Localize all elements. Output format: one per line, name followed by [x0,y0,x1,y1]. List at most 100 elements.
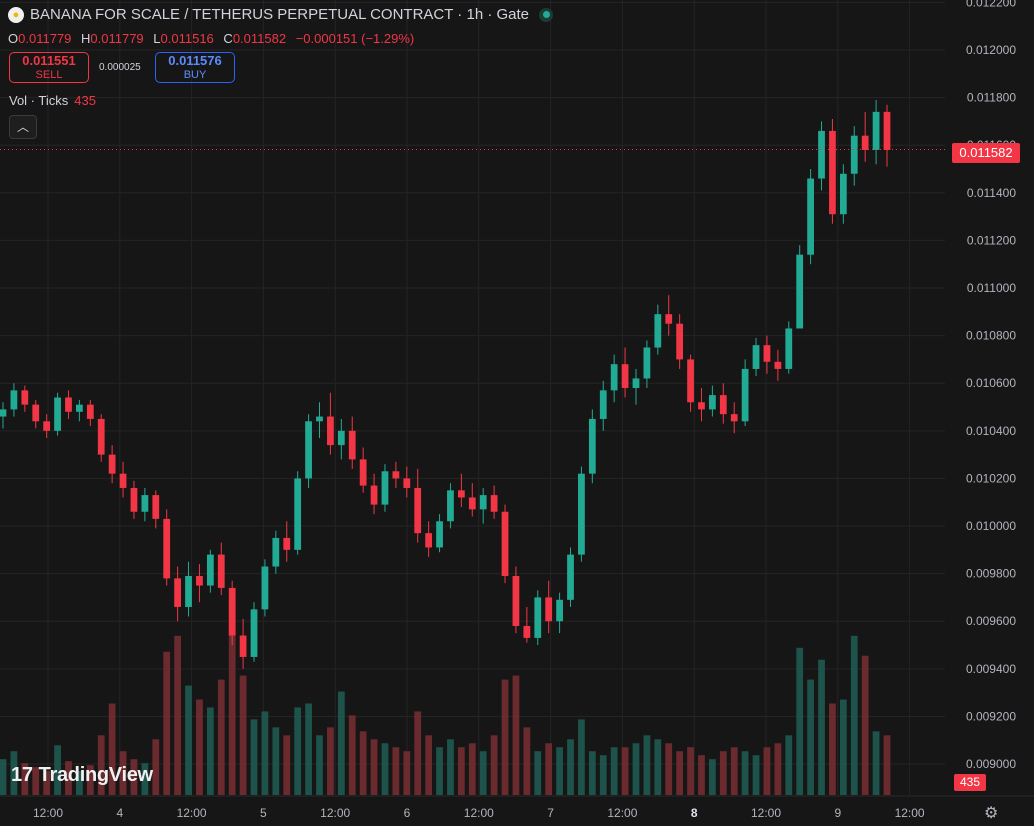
candle-body [447,490,454,522]
candle-body [108,454,116,474]
candle-body [807,178,814,255]
volume-bar [261,711,269,795]
candle-body [250,609,258,657]
candle-body [523,626,531,638]
volume-bar [0,759,7,795]
y-tick-label: 0.010200 [966,471,1016,485]
y-tick-label: 0.009000 [966,757,1016,771]
y-tick-label: 0.011000 [967,281,1016,295]
volume-bar [578,719,585,795]
volume-bar [599,755,607,795]
volume-bar [239,675,247,795]
last-price-label: 0.011582 [952,143,1020,163]
volume-bar [545,743,553,795]
y-tick-label: 0.011200 [967,233,1016,247]
volume-bar [534,751,542,795]
x-tick-label: 4 [116,806,123,820]
candle-body [534,597,542,638]
candle-body [501,511,509,577]
buy-button[interactable]: 0.011576 BUY [155,52,235,83]
tradingview-wordmark: TradingView [38,764,153,786]
x-tick-label: 8 [691,806,698,820]
candle-body [348,430,356,460]
candle-body [588,418,596,474]
candle-body [490,495,498,512]
candle-body [65,397,72,412]
candlestick-chart[interactable]: 0.0122000.0120000.0118000.0116000.011400… [0,0,1034,826]
volume-bar [807,679,814,795]
candle-body [872,111,880,150]
y-tick-label: 0.012000 [966,43,1016,57]
candle-body [403,478,411,488]
time-axis: 12:00 4 12:00 5 12:00 6 12:00 7 12:00 8 12:00 9 12:0… [0,795,1034,820]
volume-bar [425,735,433,795]
sell-button[interactable]: 0.011551 SELL [9,52,89,83]
candle-body [392,471,400,479]
symbol-title[interactable]: BANANA FOR SCALE / TETHERUS PERPETUAL CO… [30,6,529,23]
candle-body [567,554,574,600]
volume-bar [305,703,312,795]
volume-bar [327,727,334,795]
volume-bar [676,751,684,795]
chart-header: ● BANANA FOR SCALE / TETHERUS PERPETUAL … [8,6,554,23]
candle-body [556,599,563,622]
volume-bar [632,743,640,795]
x-tick-label: 6 [404,806,411,820]
candle-body [708,395,716,410]
volume-bar [872,731,880,795]
ohlc-legend: O0.011779 H0.011779 L0.011516 C0.011582 … [8,31,420,46]
candle-body [665,314,673,324]
y-tick-label: 0.010400 [966,424,1016,438]
candle-body [316,416,323,422]
candle-body [796,254,804,329]
candle-body [130,487,138,512]
candle-body [272,537,280,567]
volume-bar [818,659,825,795]
sell-label: SELL [35,69,63,81]
candle-body [861,135,869,150]
candle-body [294,478,302,550]
ohlc-open-key: O [8,31,19,46]
candle-body [839,173,847,215]
volume-bar [698,755,705,795]
candle-body [228,587,236,636]
volume-bar [643,735,651,795]
volume-bar [610,747,618,795]
grid [0,0,945,795]
last-volume-label: 435 [954,774,986,791]
y-tick-label: 0.011400 [967,186,1016,200]
volume-bar [730,747,738,795]
volume-bar [348,715,356,795]
candle-body [643,347,651,379]
x-tick-label: 12:00 [895,806,925,820]
sell-price: 0.011551 [22,53,76,68]
y-tick-label: 0.011800 [967,91,1016,105]
ohlc-change-value: −0.000151 (−1.29%) [295,31,415,46]
volume-bar [250,719,258,795]
volume-bar [752,755,760,795]
candle-body [141,495,149,512]
volume-bar [861,655,869,795]
candle-body [10,390,18,410]
candle-body [76,404,83,412]
candle-body [468,497,476,510]
candle-body [414,487,422,534]
candle-body [283,537,291,550]
volume-bar [457,747,465,795]
tradingview-logo[interactable]: 17 TradingView [11,764,153,787]
volume-bar [316,735,323,795]
candle-body [239,635,247,657]
volume-bar [719,751,727,795]
candle-body [457,490,465,498]
gear-icon[interactable]: ⚙ [984,803,998,823]
volume-bar [523,727,531,795]
candle-body [785,328,793,369]
candle-body [763,345,771,362]
volume-legend-label: Vol · Ticks [9,93,69,108]
collapse-legend-button[interactable]: ︿ [9,115,37,139]
volume-bar [436,747,443,795]
volume-bar [294,707,302,795]
volume-legend[interactable]: Vol · Ticks 435 [9,93,96,108]
candle-body [752,345,760,369]
volume-bar [741,751,749,795]
